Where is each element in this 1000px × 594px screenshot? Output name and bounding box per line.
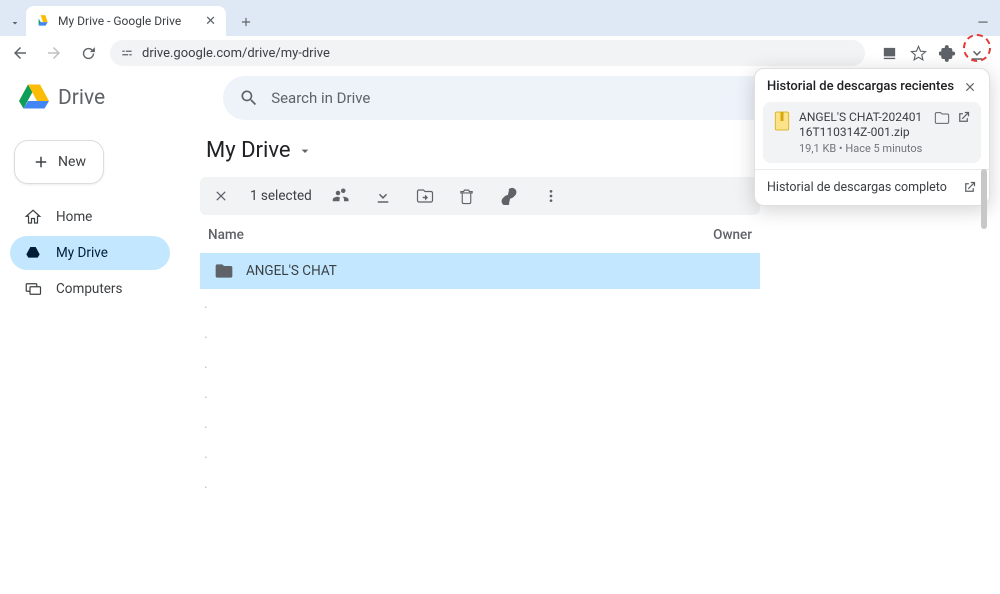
folder-icon: [214, 261, 234, 281]
url-text: drive.google.com/drive/my-drive: [142, 46, 330, 61]
site-settings-icon[interactable]: [120, 46, 134, 60]
computers-icon: [24, 280, 42, 298]
show-in-folder-icon[interactable]: [934, 110, 950, 155]
downloads-footer[interactable]: Historial de descargas completo: [755, 169, 989, 205]
more-actions-button[interactable]: [538, 183, 564, 209]
tab-title: My Drive - Google Drive: [58, 14, 197, 28]
tab-search-dropdown[interactable]: [8, 10, 22, 36]
sidebar-item-home[interactable]: Home: [10, 200, 170, 234]
selected-count: 1 selected: [250, 188, 312, 204]
col-owner[interactable]: Owner: [713, 227, 752, 243]
search-icon: [239, 88, 259, 108]
forward-button[interactable]: [42, 41, 66, 65]
file-name: ANGEL'S CHAT: [246, 263, 746, 279]
sidebar-item-label: My Drive: [56, 245, 108, 261]
download-filename: ANGEL'S CHAT-20240116T110314Z-001.zip: [799, 110, 926, 140]
downloads-popover: Historial de descargas recientes ANGEL'S…: [754, 68, 990, 206]
scrollbar-thumb[interactable]: [981, 169, 987, 229]
home-icon: [24, 208, 42, 226]
placeholder-row: .: [200, 349, 760, 379]
page-title-text: My Drive: [206, 138, 291, 163]
zip-icon: [773, 110, 791, 155]
link-button[interactable]: [496, 183, 522, 209]
column-headers: Name Owner: [200, 215, 760, 253]
install-app-icon[interactable]: [881, 45, 898, 62]
sidebar-item-my-drive[interactable]: My Drive: [10, 236, 170, 270]
sidebar-item-computers[interactable]: Computers: [10, 272, 170, 306]
placeholder-row: .: [200, 289, 760, 319]
bookmark-icon[interactable]: [910, 45, 927, 62]
placeholder-row: .: [200, 319, 760, 349]
downloads-title: Historial de descargas recientes: [767, 79, 954, 94]
new-button-label: New: [58, 154, 86, 170]
downloads-header: Historial de descargas recientes: [755, 69, 989, 102]
browser-tab[interactable]: My Drive - Google Drive ✕: [26, 6, 226, 36]
close-tab-icon[interactable]: ✕: [205, 14, 216, 29]
sidebar: New Home My Drive Computers: [0, 126, 180, 594]
placeholder-row: .: [200, 469, 760, 499]
sidebar-item-label: Home: [56, 209, 92, 225]
share-button[interactable]: [328, 183, 354, 209]
chrome-toolbar: drive.google.com/drive/my-drive: [0, 36, 1000, 70]
chrome-tab-strip: My Drive - Google Drive ✕: [0, 0, 1000, 36]
open-external-icon[interactable]: [956, 110, 971, 155]
move-button[interactable]: [412, 183, 438, 209]
sidebar-item-label: Computers: [56, 281, 122, 297]
download-item[interactable]: ANGEL'S CHAT-20240116T110314Z-001.zip 19…: [763, 102, 981, 163]
search-placeholder: Search in Drive: [271, 89, 370, 107]
col-name[interactable]: Name: [208, 227, 244, 243]
clear-selection-button[interactable]: [208, 183, 234, 209]
placeholder-row: .: [200, 439, 760, 469]
drive-brand-text: Drive: [58, 86, 105, 110]
delete-button[interactable]: [454, 183, 480, 209]
downloads-footer-text: Historial de descargas completo: [767, 180, 947, 195]
file-row[interactable]: ANGEL'S CHAT: [200, 253, 760, 289]
reload-button[interactable]: [76, 41, 100, 65]
back-button[interactable]: [8, 41, 32, 65]
new-tab-button[interactable]: [232, 8, 260, 36]
download-meta: 19,1 KB • Hace 5 minutos: [799, 142, 926, 155]
new-button[interactable]: New: [14, 140, 104, 184]
dropdown-icon: [297, 143, 313, 159]
placeholder-row: .: [200, 409, 760, 439]
download-button[interactable]: [370, 183, 396, 209]
drive-favicon: [36, 14, 50, 28]
placeholder-row: .: [200, 379, 760, 409]
drive-icon: [24, 244, 42, 262]
search-bar[interactable]: Search in Drive: [223, 76, 783, 120]
drive-logo[interactable]: Drive: [16, 80, 105, 116]
close-icon[interactable]: [963, 80, 977, 94]
address-bar[interactable]: drive.google.com/drive/my-drive: [110, 40, 865, 66]
window-min-icon[interactable]: [976, 0, 996, 36]
open-external-icon[interactable]: [962, 180, 977, 195]
downloads-icon[interactable]: [968, 44, 986, 62]
extensions-icon[interactable]: [939, 45, 956, 62]
selection-toolbar: 1 selected: [200, 177, 760, 215]
